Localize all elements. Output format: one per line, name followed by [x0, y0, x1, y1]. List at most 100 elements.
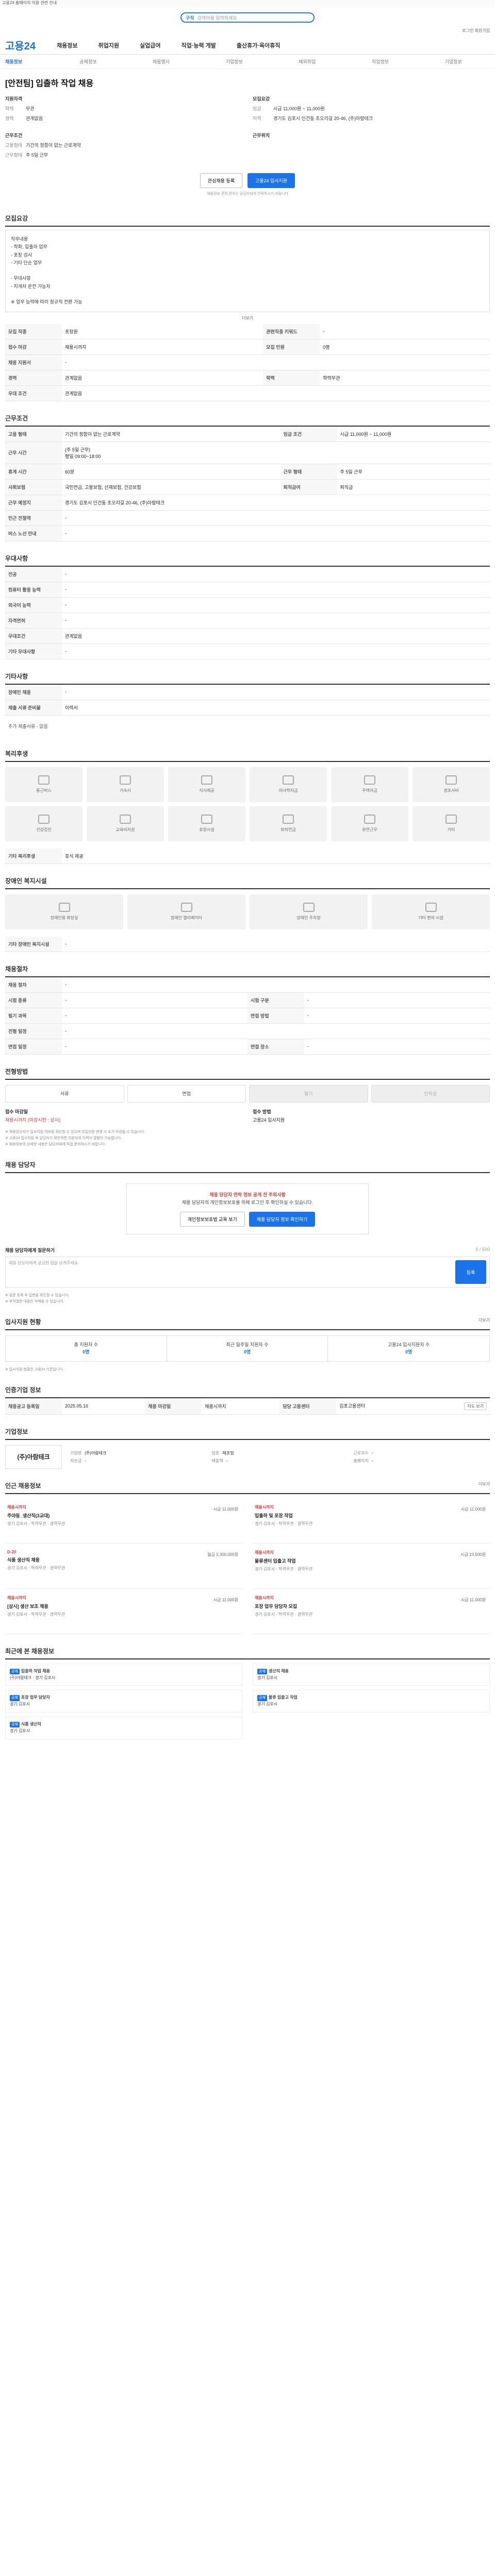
apply-button[interactable]: 고용24 입사지원	[247, 173, 295, 188]
more-button[interactable]: 더보기	[5, 312, 490, 324]
recent-title[interactable]: 포장 업무 담당자	[21, 1695, 50, 1700]
process-step-document: 서류	[5, 1084, 124, 1103]
row-label: 임금 조건	[280, 426, 337, 442]
top-notice: 고용24 홈페이지 이용 관련 안내	[0, 0, 495, 7]
welfare-card: 기숙사	[87, 767, 164, 802]
reg-th: 채용 마감일	[145, 1398, 202, 1415]
company-field-key: 업종	[211, 1450, 220, 1455]
row-label: 제출 서류 준비물	[5, 700, 62, 716]
welfare-card: 식사제공	[168, 767, 245, 802]
row-value: 학력무관	[320, 370, 490, 386]
related-job-item[interactable]: 채용시까지 입출하 및 포장 작업 경기 김포시 · 학력무관 · 경력무관 시급 1…	[253, 1498, 490, 1544]
job-title-link[interactable]: 물류센터 입출고 작업	[255, 1557, 488, 1564]
gnb-jobs[interactable]: 채용정보	[57, 41, 77, 49]
recent-job-item[interactable]: 공채 식품 생산직 경기 김포시	[5, 1716, 242, 1739]
row-value: 0명	[320, 339, 490, 355]
stats-grid: 총 지원자 수 0명 최근 일주일 지원자 수 0명 고용24 입사지원자 수 0명	[5, 1335, 490, 1362]
job-wage: 시급 10,500원	[460, 1552, 486, 1557]
reg-td: 김포고용센터	[339, 1403, 365, 1409]
gnb-training[interactable]: 직업·능력 개발	[181, 41, 216, 49]
row-label: 우대조건	[5, 628, 62, 644]
table-row: 전형 일정 -	[5, 1023, 490, 1039]
job-title-link[interactable]: [상시] 생산 보조 채용	[7, 1603, 240, 1609]
recent-title[interactable]: 생산직 채용	[269, 1669, 289, 1673]
stats-more[interactable]: 더보기	[478, 1317, 490, 1326]
welfare-icon	[425, 903, 437, 912]
reg-map-chip[interactable]: 지도 보기	[464, 1402, 487, 1410]
section-title: 전형방법	[5, 1064, 490, 1080]
row-value: -	[62, 992, 248, 1008]
recent-title[interactable]: 물류 입출고 작업	[269, 1695, 298, 1700]
row-value: -	[62, 1008, 248, 1024]
util-links[interactable]: 로그인 회원가입	[0, 28, 495, 36]
welfare-card: 휴양시설	[168, 806, 245, 841]
job-meta: 경기 김포시 · 학력무관 · 경력무관	[7, 1521, 65, 1526]
process-step-written: 필기	[249, 1084, 368, 1103]
row-label: 휴게 시간	[5, 464, 62, 480]
section-title: 채용 담당자	[5, 1157, 490, 1173]
gnb-support[interactable]: 취업지원	[98, 41, 119, 49]
job-title-link[interactable]: 입출하 및 포장 작업	[255, 1512, 488, 1519]
conditions-table: 고용 형태 기간의 정함이 없는 근로계약 임금 조건 시급 11,000원 ~ 11…	[5, 426, 490, 541]
welfare-label: 기타 편의 시설	[418, 916, 443, 921]
job-deadline-badge: 채용시까지	[255, 1550, 274, 1555]
recent-meta: 경기 김포시	[257, 1702, 278, 1707]
job-deadline-badge: 채용시까지	[255, 1504, 274, 1510]
row-label: 채용 절차	[5, 977, 62, 993]
subnav-item[interactable]: 공채정보	[52, 58, 125, 65]
recent-job-item[interactable]: 공채 생산직 채용 경기 김포시	[253, 1663, 490, 1686]
subnav-item[interactable]: 채용행사	[125, 58, 198, 65]
job-title-link[interactable]: 주야동_생산직(3교대)	[7, 1512, 240, 1519]
gnb-leave[interactable]: 출산휴가·육아휴직	[237, 41, 280, 49]
related-job-item[interactable]: 채용시까지 물류센터 입출고 작업 경기 김포시 · 학력무관 · 경력무관 시급 1…	[253, 1544, 490, 1589]
subnav-item[interactable]: 기업정보	[197, 58, 271, 65]
subnav-item[interactable]: 해외취업	[271, 58, 344, 65]
related-job-item[interactable]: D-20 식품 생산직 채용 경기 김포시 · 학력무관 · 경력무관 월급 2,30…	[5, 1544, 242, 1589]
welfare-label: 휴양시설	[199, 827, 214, 833]
worktime-section: 채용절차 채용 절차 - 시험 종류 - 시험 구분 - 필기 과목 - 면접 방법 - 전형 일정…	[5, 961, 490, 1055]
worktime-table: 채용 절차 - 시험 종류 - 시험 구분 - 필기 과목 - 면접 방법 - 전형 일정 - 면접 일…	[5, 977, 490, 1055]
recent-job-item[interactable]: 공채 입출하 작업 채용 (주)아람테크 · 경기 김포시	[5, 1663, 242, 1686]
related-job-item[interactable]: 채용시까지 포장 업무 담당자 모집 경기 김포시 · 학력무관 · 경력무관 시급 …	[253, 1589, 490, 1634]
contact-info-button[interactable]: 채용 담당자 정보 확인하기	[249, 1212, 316, 1227]
welfare-card: 장애인 주차장	[250, 894, 368, 929]
recent-job-item[interactable]: 공채 물류 입출고 작업 경기 김포시	[253, 1690, 490, 1713]
related-list: 채용시까지 주야동_생산직(3교대) 경기 김포시 · 학력무관 · 경력무관 시급 …	[5, 1498, 490, 1634]
job-title-link[interactable]: 포장 업무 담당자 모집	[255, 1603, 488, 1609]
recent-title[interactable]: 입출하 작업 채용	[21, 1669, 50, 1673]
related-job-item[interactable]: 채용시까지 [상시] 생산 보조 채용 경기 김포시 · 학력무관 · 경력무관 시급…	[5, 1589, 242, 1634]
apply-head-method: 접수 방법	[253, 1109, 271, 1114]
search-input[interactable]: 구직 검색어를 입력하세요	[180, 12, 315, 23]
summary-value: 기간의 정함이 없는 근로계약	[26, 143, 81, 148]
recruit-line: - 기타 단순 업무	[11, 260, 42, 265]
welfare-label: 주택자금	[362, 788, 377, 793]
qa-submit-button[interactable]: 등록	[455, 1260, 486, 1284]
job-wage: 시급 11,000원	[213, 1506, 238, 1512]
company-field-key: 홈페이지	[353, 1458, 369, 1463]
recent-title[interactable]: 식품 생산직	[21, 1722, 41, 1726]
row-label: 외국어 능력	[5, 597, 62, 613]
qualifications-table: 전공 - 컴퓨터 활용 능력 - 외국어 능력 - 자격면허 - 우대조건 관계없음 기타 우대사항…	[5, 566, 490, 659]
subnav-item[interactable]: 직업정보	[344, 58, 417, 65]
recruit-line: ※ 업무 능력에 따라 정규직 전환 가능	[11, 299, 82, 305]
subnav-item[interactable]: 기업정보	[417, 58, 490, 65]
privacy-education-button[interactable]: 개인정보보호법 교육 보기	[179, 1212, 245, 1227]
subnav-current[interactable]: 채용정보	[5, 58, 52, 65]
stat-item: 최근 일주일 지원자 수 0명	[167, 1336, 328, 1361]
company-logo: (주)아람테크	[5, 1445, 62, 1469]
table-row: 우대 조건 관계없음	[5, 385, 490, 401]
gnb-unemployment[interactable]: 실업급여	[140, 41, 160, 49]
qa-textarea[interactable]: 채용 담당자에게 궁금한 점을 남겨주세요. 등록	[5, 1257, 490, 1288]
job-title-link[interactable]: 식품 생산직 채용	[7, 1556, 240, 1563]
recent-job-item[interactable]: 공채 포장 업무 담당자 경기 김포시	[5, 1690, 242, 1713]
welfare-icon	[364, 775, 375, 785]
related-job-item[interactable]: 채용시까지 주야동_생산직(3교대) 경기 김포시 · 학력무관 · 경력무관 시급 …	[5, 1498, 242, 1544]
welfare-card: 자녀학자금	[250, 767, 327, 802]
site-logo[interactable]: 고용24	[5, 38, 46, 53]
save-job-button[interactable]: 관심채용 등록	[200, 173, 242, 188]
job-meta: 경기 김포시 · 학력무관 · 경력무관	[7, 1565, 65, 1570]
row-label: 시험 구분	[248, 992, 304, 1008]
recent-section: 최근에 본 채용정보 공채 입출하 작업 채용 (주)아람테크 · 경기 김포시 공채…	[5, 1643, 490, 1743]
related-more[interactable]: 더보기	[478, 1481, 490, 1490]
summary-head: 근무조건	[5, 133, 23, 138]
